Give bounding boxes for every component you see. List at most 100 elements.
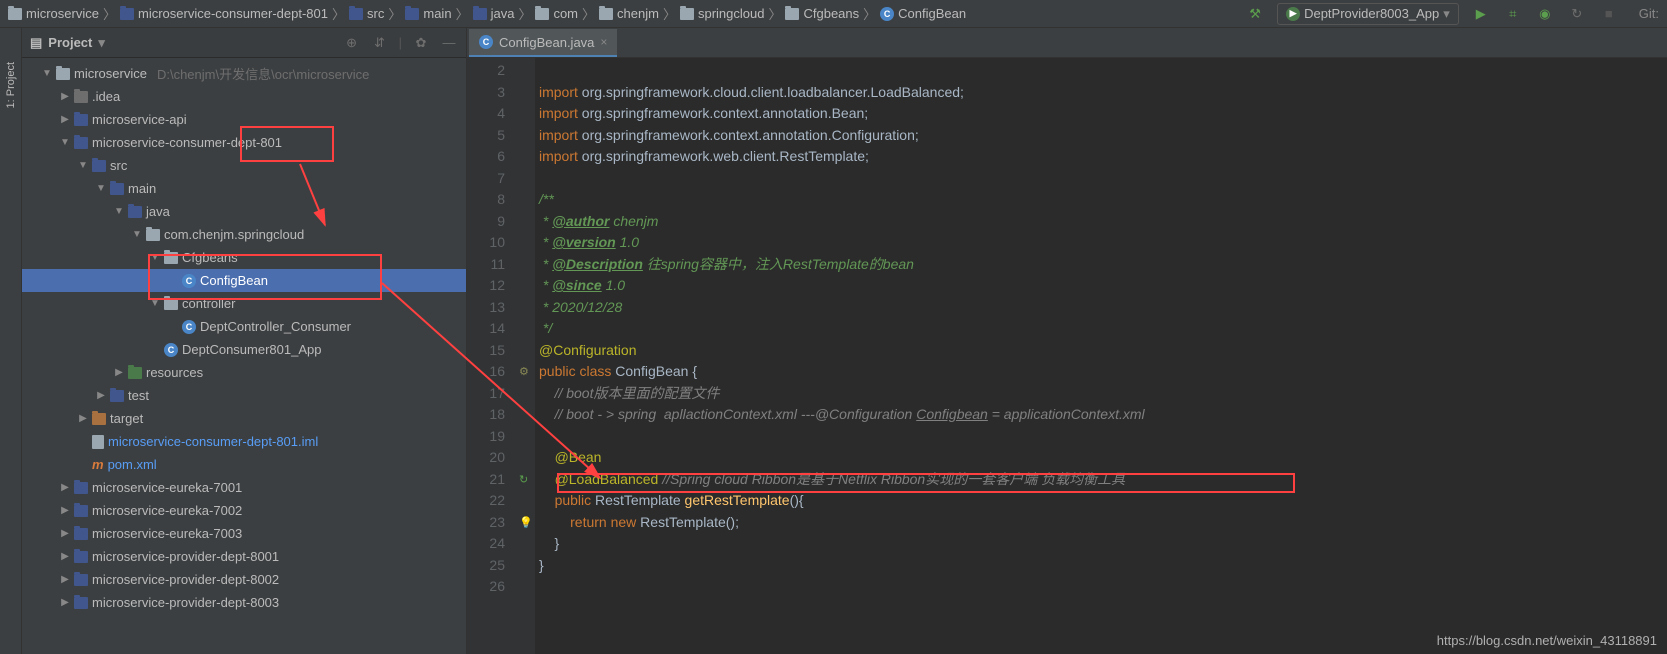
expand-arrow[interactable]: ▼ [114,206,124,217]
reload-button[interactable]: ↻ [1567,4,1587,24]
gear-icon[interactable]: ✿ [412,34,430,52]
crumb-label: springcloud [698,6,765,21]
folder-icon [110,390,124,402]
folder-icon [110,183,124,195]
expand-icon[interactable]: ⇵ [371,34,389,52]
tree-node-label: microservice-consumer-dept-801 [92,135,282,150]
tree-node[interactable]: ▶ microservice-eureka-7001 [22,476,466,499]
tree-node[interactable]: ▼src [22,154,466,177]
breadcrumb-item[interactable]: java [473,6,515,21]
tree-node[interactable]: ▶resources [22,361,466,384]
editor-area: C ConfigBean.java × 23456789101112131415… [467,28,1667,654]
breadcrumb-path: microservice 〉 microservice-consumer-dept-… [8,4,1245,23]
expand-arrow[interactable]: ▶ [60,91,70,102]
folder-icon [74,91,88,103]
tree-node[interactable]: ▼Cfgbeans [22,246,466,269]
chevron-right-icon: 〉 [103,4,116,23]
editor-tabs: C ConfigBean.java × [467,28,1667,58]
expand-arrow[interactable]: ▶ [114,367,124,378]
expand-arrow[interactable]: ▶ [60,482,70,493]
expand-arrow[interactable]: ▼ [60,137,70,148]
chevron-down-icon[interactable]: ▾ [98,35,105,51]
expand-arrow[interactable]: ▼ [150,252,160,263]
tree-node[interactable]: ▶microservice-eureka-7003 [22,522,466,545]
project-tool-tab[interactable]: 1: Project [3,58,19,112]
breadcrumb-item[interactable]: main [405,6,451,21]
tree-node[interactable]: CConfigBean [22,269,466,292]
expand-arrow[interactable]: ▼ [78,160,88,171]
tree-node[interactable]: CDeptConsumer801_App [22,338,466,361]
tree-node[interactable]: ▼ com.chenjm.springcloud [22,223,466,246]
tree-node[interactable]: mpom.xml [22,453,466,476]
debug-button[interactable]: ⌗ [1503,4,1523,24]
gutter-bean-icon[interactable]: ↻ [519,470,528,492]
gutter-bean-icon[interactable]: ⚙ [519,362,529,384]
expand-arrow[interactable]: ▶ [60,574,70,585]
git-label: Git: [1639,6,1659,21]
stop-button[interactable]: ■ [1599,4,1619,24]
expand-arrow[interactable]: ▶ [60,551,70,562]
tree-node[interactable]: ▶test [22,384,466,407]
breadcrumb-item[interactable]: CConfigBean [880,6,966,21]
tree-node-path: D:\chenjm\开发信息\ocr\microservice [157,64,369,83]
breadcrumb-item[interactable]: Cfgbeans [785,6,859,21]
expand-arrow[interactable]: ▼ [96,183,106,194]
tree-node-label: main [128,181,156,196]
expand-arrow[interactable]: ▶ [60,505,70,516]
folder-icon [164,252,178,264]
tree-node-label: microservice [74,66,147,81]
gutter-bulb-icon[interactable]: 💡 [519,513,533,535]
tree-node[interactable]: ▼ microservice D:\chenjm\开发信息\ocr\microser… [22,62,466,85]
crumb-label: chenjm [617,6,659,21]
expand-arrow[interactable]: ▶ [60,114,70,125]
editor-body[interactable]: 2345678910111213141516171819202122232425… [467,58,1667,654]
close-tab-icon[interactable]: × [600,35,607,49]
tree-node[interactable]: ▶microservice-provider-dept-8003 [22,591,466,614]
build-button[interactable]: ⚒ [1245,4,1265,24]
coverage-button[interactable]: ◉ [1535,4,1555,24]
tree-node[interactable]: ▶.idea [22,85,466,108]
folder-icon [74,551,88,563]
tree-node[interactable]: ▼java [22,200,466,223]
tree-node[interactable]: ▶target [22,407,466,430]
editor-tab-configbean[interactable]: C ConfigBean.java × [469,29,617,57]
folder-icon [680,7,694,21]
left-gutter: 1: Project [0,28,22,654]
folder-icon [74,114,88,126]
tree-node[interactable]: ▶microservice-api [22,108,466,131]
tree-node[interactable]: ▼ microservice-consumer-dept-801 [22,131,466,154]
breadcrumb-item[interactable]: src [349,6,384,21]
expand-arrow[interactable]: ▼ [42,68,52,79]
breadcrumb-item[interactable]: microservice-consumer-dept-801 [120,6,328,21]
code-content[interactable]: import org.springframework.cloud.client.… [535,58,1667,654]
folder-icon [120,7,134,21]
project-tree[interactable]: ▼ microservice D:\chenjm\开发信息\ocr\microser… [22,58,466,654]
project-panel: ▤ Project ▾ ⊕ ⇵ | ✿ — ▼microserviceD:\ch… [22,28,467,654]
expand-arrow[interactable]: ▼ [132,229,142,240]
tree-node[interactable]: ▶microservice-provider-dept-8001 [22,545,466,568]
run-icon: ▶ [1286,7,1300,21]
tree-node[interactable]: microservice-consumer-dept-801.iml [22,430,466,453]
expand-arrow[interactable]: ▶ [60,528,70,539]
tree-node[interactable]: CDeptController_Consumer [22,315,466,338]
run-config-selector[interactable]: ▶ DeptProvider8003_App ▾ [1277,3,1459,25]
tree-node[interactable]: ▶microservice-eureka-7002 [22,499,466,522]
tree-node-label: com.chenjm.springcloud [164,227,304,242]
breadcrumb-item[interactable]: springcloud [680,6,765,21]
expand-arrow[interactable]: ▶ [78,413,88,424]
expand-arrow[interactable]: ▶ [60,597,70,608]
hide-icon[interactable]: — [440,34,458,52]
expand-arrow[interactable]: ▶ [96,390,106,401]
folder-icon [92,413,106,425]
expand-arrow[interactable]: ▼ [150,298,160,309]
tree-node[interactable]: ▼ main [22,177,466,200]
tree-node-label: microservice-eureka-7001 [92,480,242,495]
breadcrumb-bar: microservice 〉 microservice-consumer-dept-… [0,0,1667,28]
breadcrumb-item[interactable]: com [535,6,578,21]
tree-node[interactable]: ▶microservice-provider-dept-8002 [22,568,466,591]
breadcrumb-item[interactable]: chenjm [599,6,659,21]
locate-icon[interactable]: ⊕ [343,34,361,52]
run-button[interactable]: ▶ [1471,4,1491,24]
tree-node[interactable]: ▼controller [22,292,466,315]
breadcrumb-item[interactable]: microservice [8,6,99,21]
